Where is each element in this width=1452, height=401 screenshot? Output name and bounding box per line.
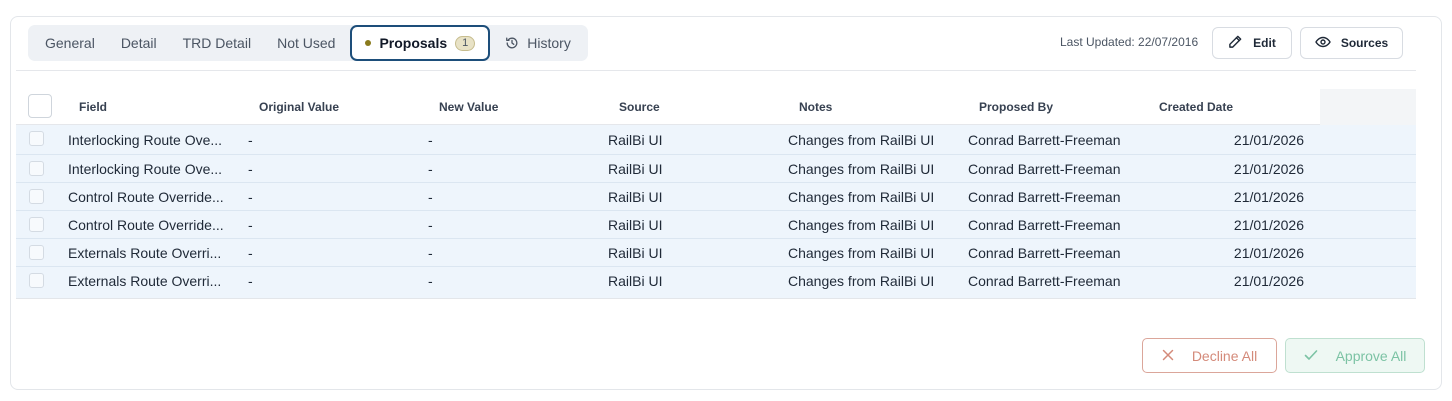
- cell-new-value: -: [428, 245, 433, 261]
- cell-created-date: 21/01/2026: [1233, 273, 1304, 289]
- approve-all-label: Approve All: [1335, 347, 1407, 364]
- table-row[interactable]: Externals Route Overri... - - RailBi UI …: [16, 239, 1416, 267]
- row-checkbox[interactable]: [29, 189, 44, 204]
- column-header-created-date[interactable]: Created Date: [1159, 89, 1233, 125]
- tab-label: Proposals: [379, 35, 448, 51]
- row-checkbox[interactable]: [29, 131, 44, 146]
- tab-history[interactable]: History: [492, 25, 584, 61]
- select-all-checkbox[interactable]: [28, 94, 52, 118]
- pending-dot-icon: [365, 40, 372, 46]
- tab-label: TRD Detail: [182, 35, 252, 51]
- sources-label: Sources: [1340, 36, 1389, 50]
- cell-new-value: -: [428, 132, 433, 148]
- cell-field: Externals Route Overri...: [68, 245, 222, 261]
- approve-all-button[interactable]: Approve All: [1285, 338, 1425, 373]
- row-checkbox[interactable]: [29, 245, 44, 260]
- table-row[interactable]: Control Route Override... - - RailBi UI …: [16, 211, 1416, 239]
- tab-detail[interactable]: Detail: [108, 25, 170, 61]
- check-icon: [1304, 348, 1318, 364]
- cell-source: RailBi UI: [608, 217, 663, 233]
- last-updated-text: Last Updated: 22/07/2016: [1060, 35, 1199, 49]
- table-row[interactable]: Interlocking Route Ove... - - RailBi UI …: [16, 155, 1416, 183]
- row-checkbox[interactable]: [29, 273, 44, 288]
- cell-field: Control Route Override...: [68, 189, 224, 205]
- cell-notes: Changes from RailBi UI: [788, 245, 935, 261]
- cell-source: RailBi UI: [608, 161, 663, 177]
- column-header-proposed-by[interactable]: Proposed By: [979, 89, 1053, 125]
- cell-original-value: -: [248, 217, 253, 233]
- tab-label: General: [45, 35, 95, 51]
- eye-icon: [1315, 34, 1331, 53]
- cell-source: RailBi UI: [608, 245, 663, 261]
- cell-original-value: -: [248, 189, 253, 205]
- column-header-notes[interactable]: Notes: [799, 89, 832, 125]
- cell-notes: Changes from RailBi UI: [788, 161, 935, 177]
- cell-proposed-by: Conrad Barrett-Freeman: [968, 217, 1121, 233]
- tab-proposals[interactable]: Proposals 1: [350, 25, 491, 61]
- tab-not-used[interactable]: Not Used: [264, 25, 348, 61]
- edit-label: Edit: [1253, 36, 1276, 50]
- cell-new-value: -: [428, 273, 433, 289]
- cell-source: RailBi UI: [608, 132, 663, 148]
- cell-new-value: -: [428, 189, 433, 205]
- edit-button[interactable]: Edit: [1212, 27, 1292, 59]
- cell-source: RailBi UI: [608, 189, 663, 205]
- cell-created-date: 21/01/2026: [1233, 132, 1304, 148]
- cell-original-value: -: [248, 132, 253, 148]
- cell-created-date: 21/01/2026: [1233, 161, 1304, 177]
- tab-general[interactable]: General: [32, 25, 108, 61]
- cell-original-value: -: [248, 161, 253, 177]
- cell-original-value: -: [248, 273, 253, 289]
- pencil-icon: [1228, 34, 1243, 52]
- cell-created-date: 21/01/2026: [1233, 189, 1304, 205]
- cell-new-value: -: [428, 161, 433, 177]
- table-row[interactable]: Control Route Override... - - RailBi UI …: [16, 183, 1416, 211]
- tab-bar: General Detail TRD Detail Not Used Propo…: [28, 25, 588, 61]
- column-header-source[interactable]: Source: [619, 89, 660, 125]
- tab-label: Not Used: [277, 35, 336, 51]
- cell-original-value: -: [248, 245, 253, 261]
- decline-all-label: Decline All: [1191, 347, 1258, 364]
- cell-created-date: 21/01/2026: [1233, 245, 1304, 261]
- tab-label: Detail: [120, 35, 157, 51]
- table-row[interactable]: Externals Route Overri... - - RailBi UI …: [16, 267, 1416, 299]
- sources-button[interactable]: Sources: [1300, 27, 1403, 59]
- cell-field: Interlocking Route Ove...: [68, 161, 223, 177]
- cell-notes: Changes from RailBi UI: [788, 217, 935, 233]
- column-header-field[interactable]: Field: [79, 89, 107, 125]
- cell-proposed-by: Conrad Barrett-Freeman: [968, 161, 1121, 177]
- proposals-count-badge: 1: [455, 35, 476, 51]
- row-checkbox[interactable]: [29, 217, 44, 232]
- proposals-table: Field Original Value New Value Source No…: [16, 89, 1416, 299]
- row-checkbox[interactable]: [29, 161, 44, 176]
- cell-field: Interlocking Route Ove...: [68, 132, 223, 148]
- cell-created-date: 21/01/2026: [1233, 217, 1304, 233]
- table-header: Field Original Value New Value Source No…: [16, 89, 1416, 125]
- decline-all-button[interactable]: Decline All: [1142, 338, 1277, 373]
- divider: [16, 70, 1416, 71]
- cell-proposed-by: Conrad Barrett-Freeman: [968, 245, 1121, 261]
- cell-proposed-by: Conrad Barrett-Freeman: [968, 189, 1121, 205]
- close-icon: [1162, 348, 1174, 364]
- header-filler: [1320, 89, 1416, 125]
- tab-trd-detail[interactable]: TRD Detail: [170, 25, 264, 61]
- cell-source: RailBi UI: [608, 273, 663, 289]
- cell-notes: Changes from RailBi UI: [788, 132, 935, 148]
- cell-field: Externals Route Overri...: [68, 273, 222, 289]
- cell-proposed-by: Conrad Barrett-Freeman: [968, 273, 1121, 289]
- table-row[interactable]: Interlocking Route Ove... - - RailBi UI …: [16, 125, 1416, 155]
- cell-notes: Changes from RailBi UI: [788, 189, 935, 205]
- table-body: Interlocking Route Ove... - - RailBi UI …: [16, 125, 1416, 299]
- column-header-original-value[interactable]: Original Value: [259, 89, 339, 125]
- column-header-new-value[interactable]: New Value: [439, 89, 498, 125]
- history-icon: [505, 36, 519, 50]
- cell-proposed-by: Conrad Barrett-Freeman: [968, 132, 1121, 148]
- tab-label: History: [527, 35, 571, 51]
- cell-notes: Changes from RailBi UI: [788, 273, 935, 289]
- cell-field: Control Route Override...: [68, 217, 224, 233]
- cell-new-value: -: [428, 217, 433, 233]
